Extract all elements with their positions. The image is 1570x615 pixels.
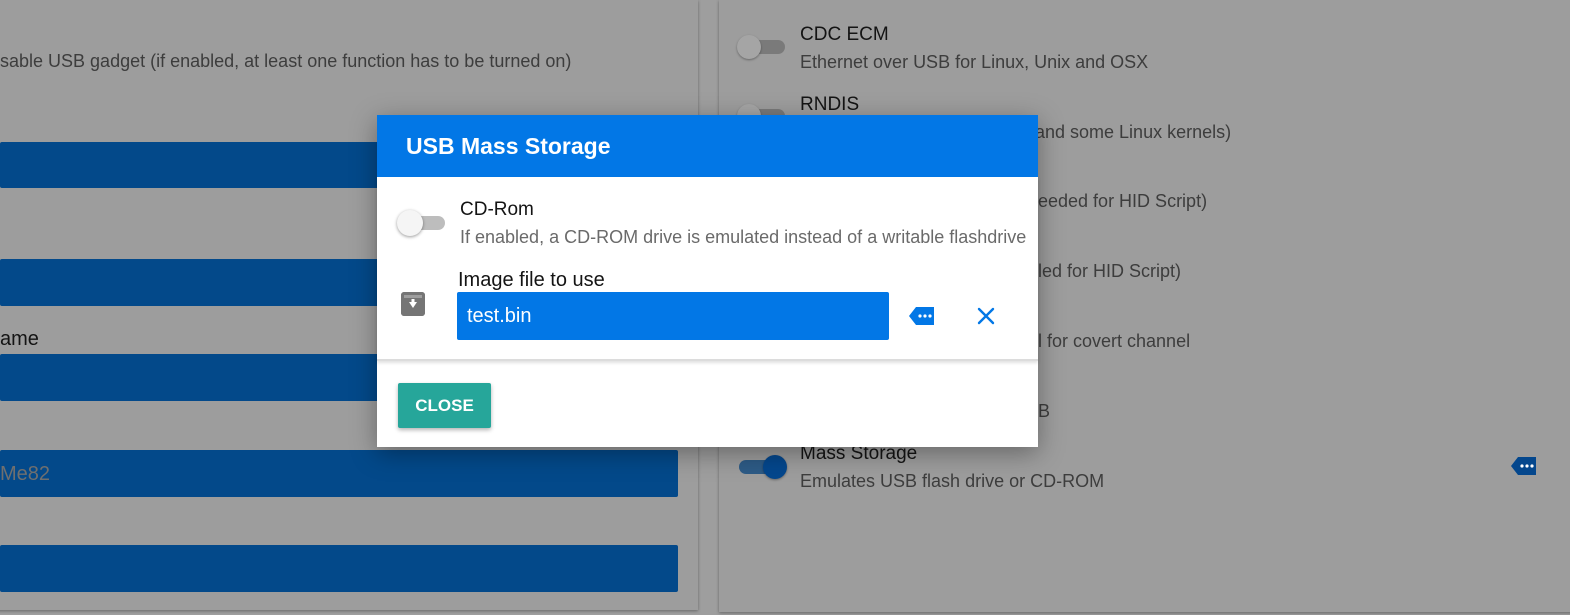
function-item-cdc-ecm: CDC ECM Ethernet over USB for Linux, Uni… [800,24,1148,73]
function-desc: Ethernet over USB for Linux, Unix and OS… [800,52,1149,72]
mass-storage-settings-icon[interactable] [1511,457,1537,475]
download-file-icon [401,292,425,316]
image-file-input[interactable] [457,292,889,340]
image-file-label: Image file to use [458,269,605,291]
function-desc: Emulates USB flash drive or CD-ROM [800,471,1105,491]
function-title: RNDIS [800,94,860,115]
dialog-body: CD-Rom If enabled, a CD-ROM drive is emu… [377,177,1038,361]
function-title: CDC ECM [800,24,889,45]
function-desc-serial: B [1038,401,1051,421]
function-desc-hid-raw: l for covert channel [1038,331,1191,351]
function-desc-hid-mouse: led for HID Script) [1038,261,1182,281]
gadget-enable-description: sable USB gadget (if enabled, at least o… [0,51,572,71]
cdc-ecm-toggle[interactable] [737,35,787,59]
function-item-mass-storage: Mass Storage Emulates USB flash drive or… [800,443,1104,492]
dialog-title: USB Mass Storage [377,115,1038,177]
serial-field-value: Me82 [0,463,51,485]
field-bar-5[interactable] [0,545,678,592]
close-icon[interactable] [972,302,1000,330]
close-button[interactable]: CLOSE [398,383,491,428]
mass-storage-toggle[interactable] [737,455,787,479]
more-tag-icon[interactable] [909,307,935,325]
function-desc: s (and some Linux kernels) [1015,122,1232,142]
function-desc-hid-keyboard: eeded for HID Script) [1038,191,1208,211]
serial-field-bar[interactable]: Me82 [0,450,678,497]
cdrom-description: If enabled, a CD-ROM drive is emulated i… [460,227,1027,247]
field-bar-2[interactable] [0,259,400,306]
cdrom-label: CD-Rom [460,199,534,220]
field-bar-1[interactable] [0,142,400,188]
name-field-label: ame [0,328,39,350]
cdrom-toggle[interactable] [397,210,447,236]
dialog-footer: CLOSE [377,361,1038,447]
usb-mass-storage-dialog: USB Mass Storage CD-Rom If enabled, a CD… [377,115,1038,447]
name-field-bar[interactable] [0,354,400,401]
